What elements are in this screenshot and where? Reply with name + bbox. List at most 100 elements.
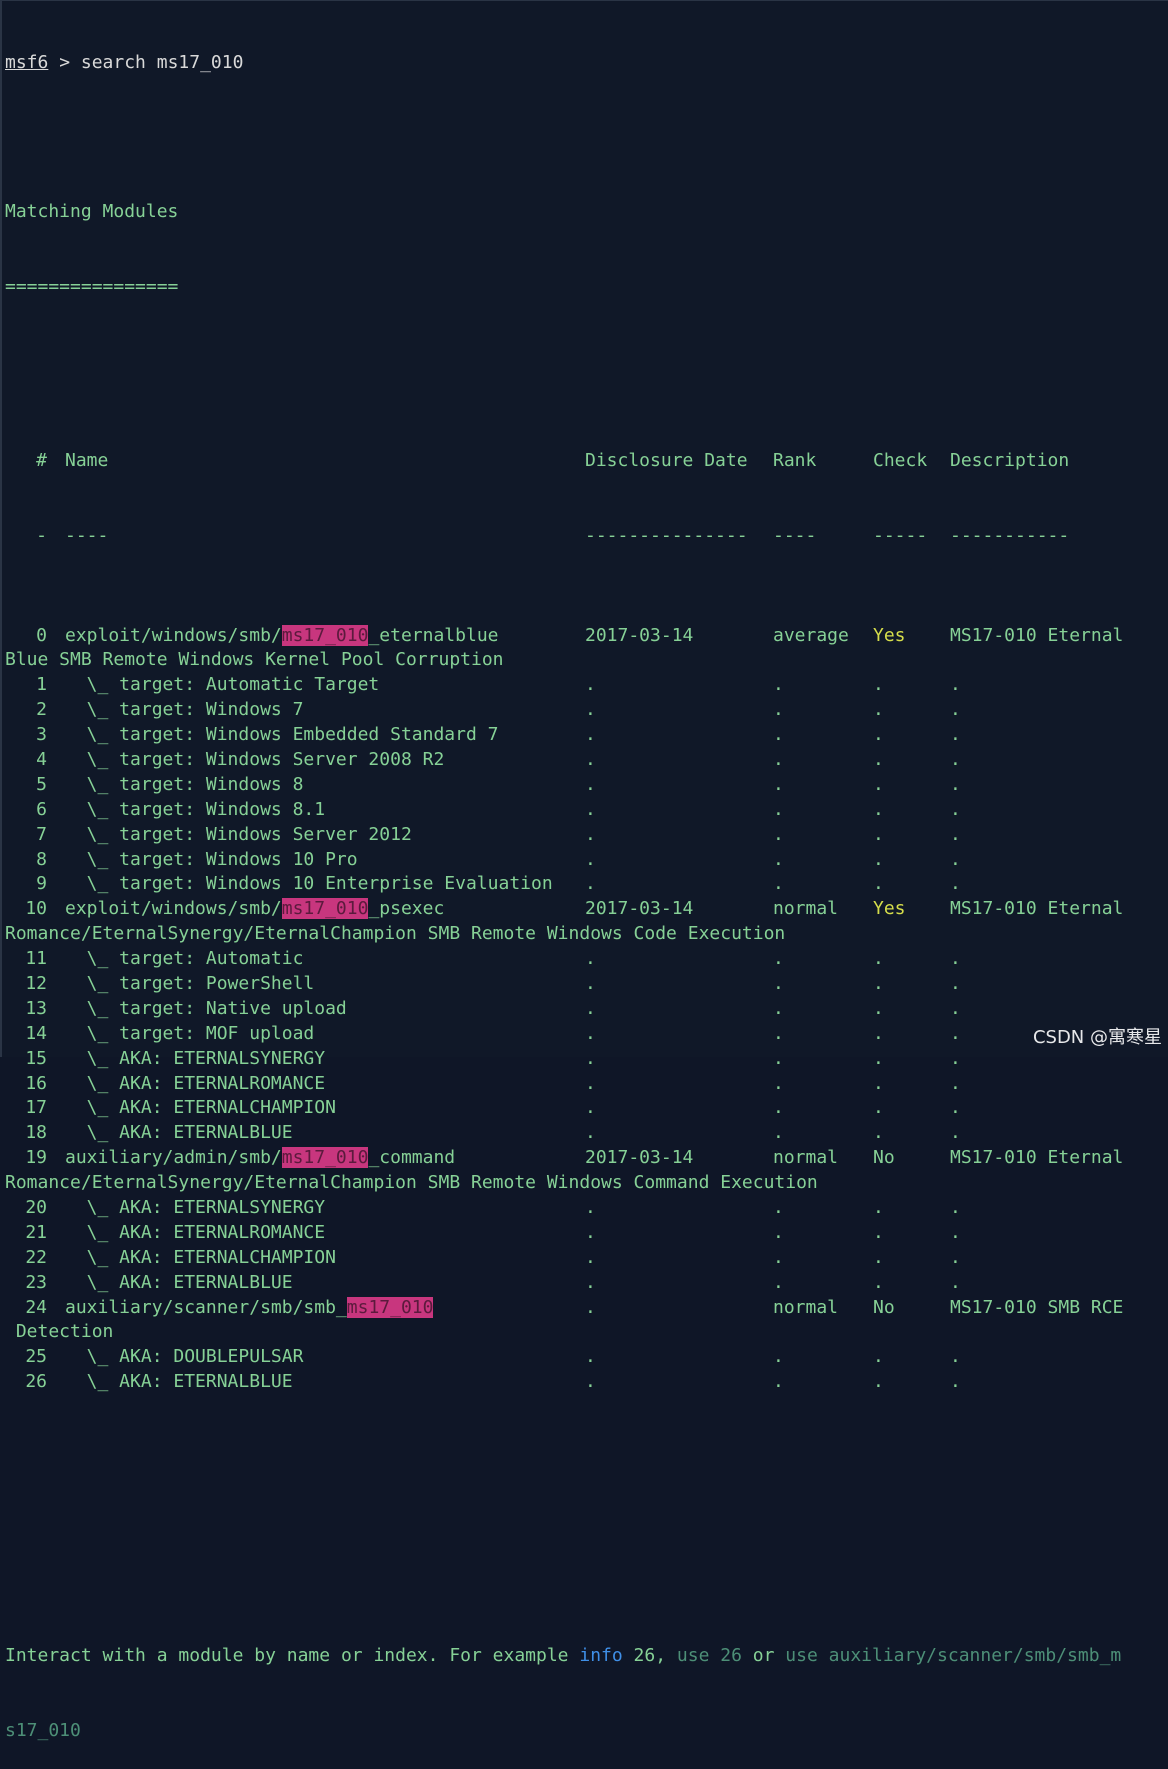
- row-check: .: [873, 1246, 884, 1268]
- footer-line-wrap: s17_010: [2, 1719, 1168, 1744]
- prompt-command: > search ms17_010: [48, 51, 244, 73]
- row-check: .: [873, 1047, 884, 1069]
- row-name: \_ target: Windows 10 Enterprise Evaluat…: [65, 872, 585, 897]
- row-name: \_ target: MOF upload: [65, 1022, 585, 1047]
- row-rank: .: [773, 1022, 784, 1044]
- search-match-highlight: ms17_010: [281, 624, 369, 646]
- table-row: 18 \_ AKA: ETERNALBLUE....: [2, 1121, 1168, 1146]
- row-name-text: \_ AKA: ETERNALCHAMPION: [65, 1246, 336, 1268]
- row-date: .: [585, 1246, 596, 1268]
- table-row: 4 \_ target: Windows Server 2008 R2....: [2, 748, 1168, 773]
- row-name-text: \_ target: Windows 10 Pro: [65, 848, 358, 870]
- row-desc: .: [950, 848, 961, 870]
- row-name-text: \_ AKA: ETERNALCHAMPION: [65, 1097, 336, 1119]
- row-check: .: [873, 1097, 884, 1119]
- row-rank: normal: [773, 1296, 839, 1318]
- table-row: 16 \_ AKA: ETERNALROMANCE....: [2, 1072, 1168, 1097]
- row-name: \_ target: Windows Server 2012: [65, 823, 585, 848]
- row-name-text: \_ target: Windows 10 Enterprise Evaluat…: [65, 873, 553, 895]
- dash-num: -: [36, 524, 47, 546]
- row-num: 25: [25, 1346, 47, 1368]
- row-name-text: auxiliary/scanner/smb/smb_: [65, 1296, 347, 1318]
- row-name: \_ AKA: ETERNALBLUE: [65, 1370, 585, 1395]
- row-rank: .: [773, 948, 784, 970]
- row-rank: .: [773, 1221, 784, 1243]
- footer-text: 26,: [622, 1645, 677, 1667]
- row-date: .: [585, 1221, 596, 1243]
- row-check: .: [873, 773, 884, 795]
- row-date: .: [585, 1097, 596, 1119]
- row-rank: .: [773, 823, 784, 845]
- row-rank: normal: [773, 898, 839, 920]
- row-rank: .: [773, 773, 784, 795]
- row-rank: .: [773, 1246, 784, 1268]
- table-row: 7 \_ target: Windows Server 2012....: [2, 823, 1168, 848]
- row-name-suffix: _eternalblue: [368, 624, 499, 646]
- row-num: 6: [36, 798, 47, 820]
- row-name: \_ AKA: ETERNALROMANCE: [65, 1221, 585, 1246]
- footer-keyword-use: use 26: [676, 1645, 742, 1667]
- row-name-text: \_ target: Native upload: [65, 997, 347, 1019]
- header-check: Check: [873, 450, 928, 472]
- row-name: \_ AKA: ETERNALSYNERGY: [65, 1047, 585, 1072]
- footer-keyword-use-module: use auxiliary/scanner/smb/smb_m: [785, 1645, 1122, 1667]
- table-header-dashes: - ---- --------------- ---- ----- ------…: [2, 524, 1168, 549]
- row-name: \_ AKA: ETERNALSYNERGY: [65, 1196, 585, 1221]
- row-check: .: [873, 1022, 884, 1044]
- row-desc: .: [950, 1221, 961, 1243]
- row-description-wrap: Romance/EternalSynergy/EternalChampion S…: [5, 1172, 818, 1194]
- dash-rank: ----: [773, 524, 817, 546]
- dash-check: -----: [873, 524, 928, 546]
- row-check: No: [873, 1296, 895, 1318]
- row-rank: average: [773, 624, 849, 646]
- row-num: 19: [25, 1147, 47, 1169]
- table-row: 0 exploit/windows/smb/ms17_010_eternalblu…: [2, 624, 1168, 649]
- table-row: 2 \_ target: Windows 7....: [2, 698, 1168, 723]
- row-num: 2: [36, 699, 47, 721]
- row-num: 23: [25, 1271, 47, 1293]
- row-rank: .: [773, 724, 784, 746]
- row-name: \_ target: Windows Server 2008 R2: [65, 748, 585, 773]
- row-check: .: [873, 1221, 884, 1243]
- row-num: 5: [36, 773, 47, 795]
- row-desc: .: [950, 973, 961, 995]
- row-num: 3: [36, 724, 47, 746]
- row-desc: .: [950, 1271, 961, 1293]
- row-name: \_ target: Automatic Target: [65, 673, 585, 698]
- row-rank: .: [773, 1047, 784, 1069]
- row-check: .: [873, 973, 884, 995]
- row-num: 12: [25, 973, 47, 995]
- row-name-text: \_ AKA: ETERNALBLUE: [65, 1371, 293, 1393]
- table-row: 12 \_ target: PowerShell....: [2, 972, 1168, 997]
- row-desc: .: [950, 749, 961, 770]
- row-name: \_ AKA: DOUBLEPULSAR: [65, 1345, 585, 1370]
- header-name: Name: [65, 450, 109, 472]
- table-row: 17 \_ AKA: ETERNALCHAMPION....: [2, 1096, 1168, 1121]
- row-name-text: \_ target: Windows 8: [65, 773, 304, 795]
- row-desc: .: [950, 798, 961, 820]
- row-check: .: [873, 823, 884, 845]
- row-check: .: [873, 798, 884, 820]
- row-date: .: [585, 773, 596, 795]
- search-match-highlight: ms17_010: [281, 1147, 369, 1169]
- row-name: exploit/windows/smb/ms17_010_psexec: [65, 897, 585, 922]
- row-name: \_ AKA: ETERNALCHAMPION: [65, 1096, 585, 1121]
- row-date: .: [585, 997, 596, 1019]
- terminal-window[interactable]: msf6 > search ms17_010 Matching Modules …: [0, 0, 1168, 1741]
- row-date: .: [585, 1296, 596, 1318]
- row-date: .: [585, 798, 596, 820]
- table-row: 11 \_ target: Automatic....: [2, 947, 1168, 972]
- row-name-text: \_ AKA: DOUBLEPULSAR: [65, 1346, 304, 1368]
- row-rank: .: [773, 1371, 784, 1393]
- row-num: 11: [25, 948, 47, 970]
- row-name: auxiliary/scanner/smb/smb_ms17_010: [65, 1296, 585, 1321]
- prompt-line: msf6 > search ms17_010: [2, 51, 1168, 76]
- row-name-text: \_ target: Windows Server 2012: [65, 823, 412, 845]
- row-name-text: exploit/windows/smb/: [65, 898, 282, 920]
- row-num: 8: [36, 848, 47, 870]
- table-row: 23 \_ AKA: ETERNALBLUE....: [2, 1271, 1168, 1296]
- row-name-suffix: _command: [368, 1147, 456, 1169]
- table-row: 1 \_ target: Automatic Target....: [2, 673, 1168, 698]
- row-desc: .: [950, 873, 961, 895]
